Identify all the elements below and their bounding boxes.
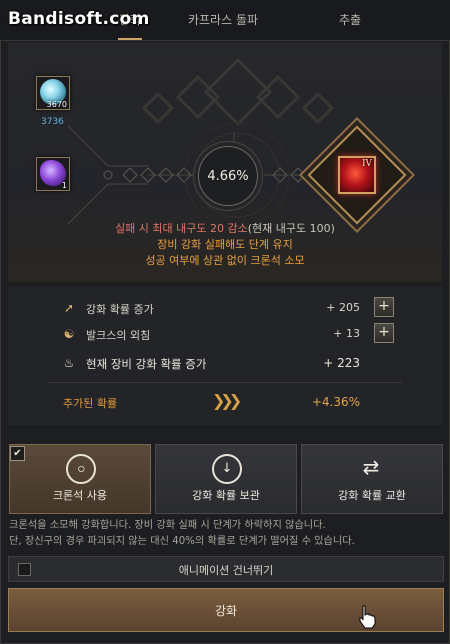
exchange-rate-button[interactable]: ⇄ 강화 확률 교환 [301,444,443,514]
material-slot-crystal[interactable]: 3670 [36,76,70,110]
stage-keep-notice: 장비 강화 실패해도 단계 유지 [157,238,293,251]
hand-cursor-icon [359,605,376,629]
use-cron-stone-button[interactable]: ဝ 크론석 사용 [9,444,151,514]
owned-count: 3736 [41,117,64,127]
button-label: 강화 확률 보관 [192,489,260,502]
description-line: 크론석을 소모해 강화합니다. 장비 강화 실패 시 단계가 하락하지 않습니다… [9,520,326,531]
stat-row-added: 추가된 확률 ❯❯❯ +4.36% [8,390,442,414]
durability-warning-text: 실패 시 최대 내구도 20 감소 [115,222,248,235]
stat-label: 발크스의 외침 [86,329,151,342]
enhance-button[interactable]: 강화 [8,588,444,632]
selected-check-icon: ✔ [10,446,25,461]
tab-extract[interactable]: 추출 [320,0,380,40]
equipment-slot[interactable]: IV [338,156,376,194]
divider [48,382,402,383]
chevron-right-icon: ❯❯❯ [212,391,242,410]
store-rate-button[interactable]: ↓ 강화 확률 보관 [155,444,297,514]
exchange-icon: ⇄ [362,455,380,479]
success-rate-display: 4.66% [198,146,258,206]
material-count: 3670 [46,100,67,109]
added-rate-value: +4.36% [311,395,360,409]
stat-value: + 13 [333,327,360,340]
flame-icon: ♨ [63,356,75,370]
stat-row-valks-cry: ☯ 발크스의 외침 + 13 + [8,322,442,346]
button-label: 강화 확률 교환 [338,489,406,502]
description-line: 단, 장신구의 경우 파괴되지 않는 대신 40%의 확률로 단계가 떨어질 수… [9,536,355,547]
durability-warning: 실패 시 최대 내구도 20 감소(현재 내구도 100) [0,221,450,237]
add-valks-button[interactable]: + [374,323,394,343]
skip-animation-label: 애니메이션 건너뛰기 [178,564,274,577]
stat-value: + 223 [323,356,360,370]
added-rate-label: 추가된 확률 [63,397,118,410]
enhance-stats-panel: ➚ 강화 확률 증가 + 205 + ☯ 발크스의 외침 + 13 + ♨ 현재… [8,287,442,425]
watermark: Bandisoft.com [8,9,150,29]
yin-yang-icon: ☯ [63,327,75,341]
material-slot-gem[interactable]: 1 [36,157,70,191]
download-icon: ↓ [212,454,242,484]
stat-row-total: ♨ 현재 장비 강화 확률 증가 + 223 [8,351,442,375]
stat-label: 현재 장비 강화 확률 증가 [86,357,207,371]
stat-row-rate-increase: ➚ 강화 확률 증가 + 205 + [8,296,442,320]
arrow-up-icon: ➚ [63,301,75,315]
cron-stone-icon: ဝ [66,454,96,484]
button-label: 크론석 사용 [52,489,108,502]
material-count: 1 [61,181,67,190]
stat-value: + 205 [326,301,360,314]
add-rate-button[interactable]: + [374,297,394,317]
current-durability: (현재 내구도 100) [247,222,335,235]
skip-animation-toggle[interactable]: 애니메이션 건너뛰기 [8,556,444,582]
tab-kapras-breakthrough[interactable]: 카프라스 돌파 [168,0,278,40]
success-rate-value: 4.66% [207,168,249,184]
stat-label: 강화 확률 증가 [86,303,154,316]
equipment-level: IV [361,159,372,169]
cron-consume-notice: 성공 여부에 상관 없이 크론석 소모 [145,254,305,267]
